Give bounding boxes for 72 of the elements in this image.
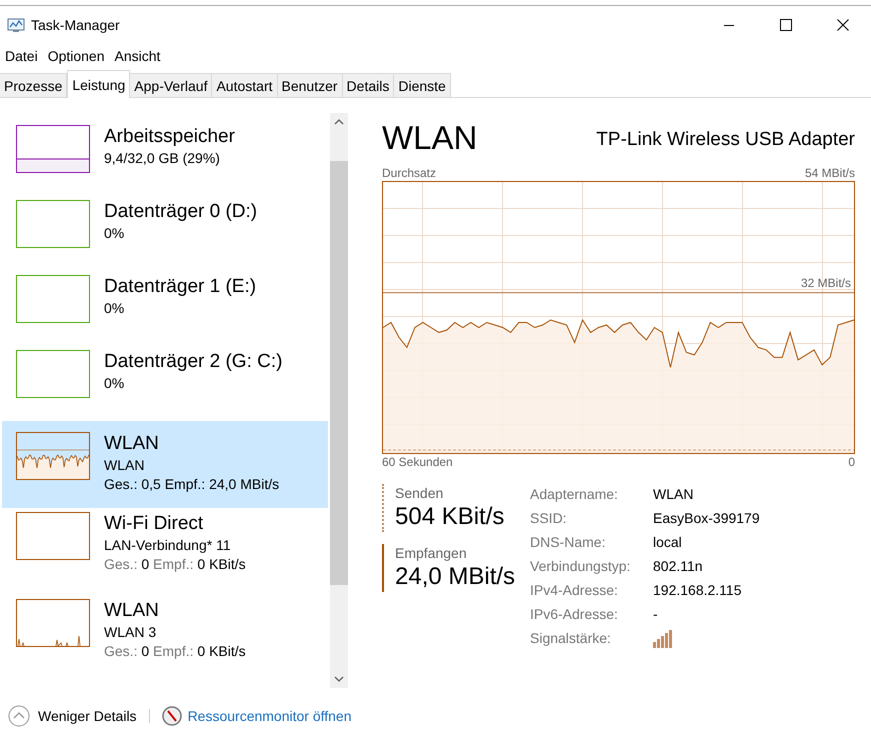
- property-label: SSID:: [530, 509, 568, 528]
- axis-label: 60 Sekunden: [382, 454, 453, 470]
- item-name: Wi-Fi Direct: [104, 512, 204, 536]
- item-stats: Ges.: 0,5 Empf.: 24,0 MBit/s: [104, 475, 280, 494]
- property-label: Signalstärke:: [530, 629, 612, 648]
- minimize-icon[interactable]: [724, 24, 734, 26]
- rate-value: 504 KBit/s: [395, 502, 506, 532]
- rate-label: Empfangen: [395, 544, 468, 562]
- tab[interactable]: Leistung: [67, 70, 130, 98]
- scrollbar[interactable]: [330, 113, 348, 688]
- maximize-icon[interactable]: [780, 19, 792, 31]
- tab[interactable]: Autostart: [212, 73, 278, 97]
- axis-label: 32 MBit/s: [800, 276, 851, 290]
- tab[interactable]: App-Verlauf: [130, 73, 212, 97]
- fewer-details-button[interactable]: Weniger Details: [8, 705, 137, 727]
- axis-label: 0: [848, 454, 855, 470]
- menu-item[interactable]: Ansicht: [110, 48, 166, 64]
- property-label: IPv6-Adresse:: [530, 605, 619, 624]
- rate-value: 24,0 MBit/s: [395, 562, 516, 592]
- chart-icon: [7, 17, 25, 33]
- property-label: Verbindungstyp:: [530, 557, 632, 576]
- item-detail: WLAN: [104, 456, 146, 475]
- tab[interactable]: Dienste: [394, 73, 451, 97]
- axis-label: Durchsatz: [382, 165, 436, 181]
- scrollbar-thumb[interactable]: [330, 161, 348, 585]
- property-value: local: [653, 533, 683, 552]
- item-detail: 0%: [104, 374, 126, 393]
- property-label: Adaptername:: [530, 485, 619, 504]
- property-label: DNS-Name:: [530, 533, 606, 552]
- item-detail: WLAN 3: [104, 623, 158, 642]
- tab[interactable]: Prozesse: [0, 73, 68, 97]
- item-detail: 0%: [104, 299, 126, 318]
- rate-label: Senden: [395, 484, 444, 502]
- scroll-up-icon[interactable]: [334, 119, 344, 125]
- resource-monitor-link[interactable]: Ressourcenmonitor öffnen: [188, 708, 352, 724]
- item-name: Datenträger 2 (G: C:): [104, 350, 282, 374]
- item-name: Datenträger 1 (E:): [104, 275, 256, 299]
- item-name: Datenträger 0 (D:): [104, 200, 258, 224]
- sidebar-item[interactable]: Datenträger 0 (D:) 0%: [2, 196, 328, 271]
- property-value: 802.11n: [653, 557, 704, 576]
- property-value: WLAN: [653, 485, 694, 504]
- gauge-icon[interactable]: [162, 706, 182, 726]
- item-stats: Ges.: 0 Empf.: 0 KBit/s: [104, 642, 246, 661]
- item-name: Arbeitsspeicher: [104, 125, 235, 149]
- signal-strength-icon: [653, 628, 672, 648]
- sidebar-item[interactable]: Arbeitsspeicher 9,4/32,0 GB (29%): [2, 121, 328, 196]
- sidebar-item[interactable]: WLAN WLAN 3 Ges.: 0 Empf.: 0 KBit/s: [2, 595, 328, 682]
- tab[interactable]: Benutzer: [278, 73, 343, 97]
- menu-item[interactable]: Optionen: [42, 48, 110, 64]
- property-value: EasyBox-399179: [653, 509, 760, 528]
- sidebar-item[interactable]: Datenträger 2 (G: C:) 0%: [2, 346, 328, 421]
- item-detail: 9,4/32,0 GB (29%): [104, 149, 221, 168]
- collapse-icon[interactable]: [8, 705, 30, 727]
- property-value: -: [653, 605, 659, 624]
- adapter-name: TP-Link Wireless USB Adapter: [596, 129, 855, 152]
- item-detail: LAN-Verbindung* 11: [104, 536, 232, 555]
- property-value: 192.168.2.115: [653, 581, 742, 600]
- sidebar-item[interactable]: Wi-Fi Direct LAN-Verbindung* 11 Ges.: 0 Empf.: 0 KBit/s: [2, 508, 328, 595]
- tab[interactable]: Details: [342, 73, 394, 97]
- close-icon[interactable]: [836, 19, 848, 31]
- item-stats: Ges.: 0 Empf.: 0 KBit/s: [104, 555, 246, 574]
- sidebar-item[interactable]: Datenträger 1 (E:) 0%: [2, 271, 328, 346]
- item-detail: 0%: [104, 224, 126, 243]
- item-name: WLAN: [104, 599, 160, 623]
- axis-label: 54 MBit/s: [804, 165, 855, 181]
- menu-item[interactable]: Datei: [0, 48, 43, 64]
- scroll-down-icon[interactable]: [334, 676, 344, 682]
- item-name: WLAN: [104, 432, 160, 456]
- property-label: IPv4-Adresse:: [530, 581, 619, 600]
- sidebar-item[interactable]: WLAN WLAN Ges.: 0,5 Empf.: 24,0 MBit/s: [2, 421, 328, 508]
- adapter-title: WLAN: [382, 119, 478, 157]
- window-title: Task-Manager: [31, 17, 121, 33]
